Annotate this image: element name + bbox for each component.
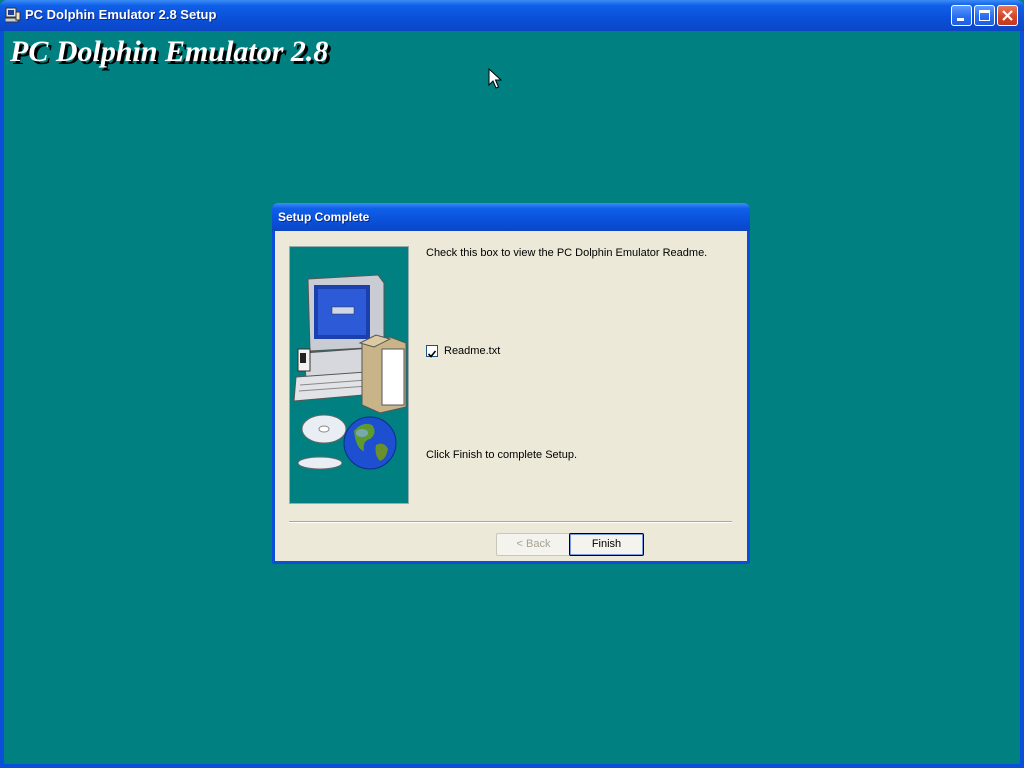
computer-globe-illustration <box>289 246 409 504</box>
button-separator <box>289 521 732 523</box>
window-title: PC Dolphin Emulator 2.8 Setup <box>25 7 217 22</box>
setup-complete-dialog: Setup Complete Check this box to view th… <box>272 203 750 564</box>
checkmark-icon <box>427 350 437 358</box>
mouse-pointer-icon <box>488 67 503 95</box>
setup-background: PC Dolphin Emulator 2.8 Setup Complete C… <box>4 31 1020 764</box>
setup-window: PC Dolphin Emulator 2.8 Setup PC Dolphin… <box>0 0 1024 768</box>
finish-instruction-text: Click Finish to complete Setup. <box>426 449 578 461</box>
minimize-button[interactable] <box>951 5 972 26</box>
dialog-title: Setup Complete <box>278 210 370 224</box>
back-button[interactable]: < Back <box>496 533 571 556</box>
readme-instruction-text: Check this box to view the PC Dolphin Em… <box>426 247 708 259</box>
close-button[interactable] <box>997 5 1018 26</box>
window-titlebar[interactable]: PC Dolphin Emulator 2.8 Setup <box>0 0 1024 31</box>
minimize-icon <box>957 18 964 21</box>
product-banner: PC Dolphin Emulator 2.8 <box>10 35 329 68</box>
close-icon <box>1002 10 1013 21</box>
readme-checkbox-label[interactable]: Readme.txt <box>444 345 500 357</box>
setup-app-icon[interactable] <box>4 7 21 23</box>
dialog-titlebar[interactable]: Setup Complete <box>272 203 750 231</box>
dialog-body: Check this box to view the PC Dolphin Em… <box>275 231 747 561</box>
finish-button[interactable]: Finish <box>569 533 644 556</box>
readme-checkbox[interactable] <box>426 345 438 358</box>
maximize-button[interactable] <box>974 5 995 26</box>
maximize-icon <box>979 10 990 21</box>
